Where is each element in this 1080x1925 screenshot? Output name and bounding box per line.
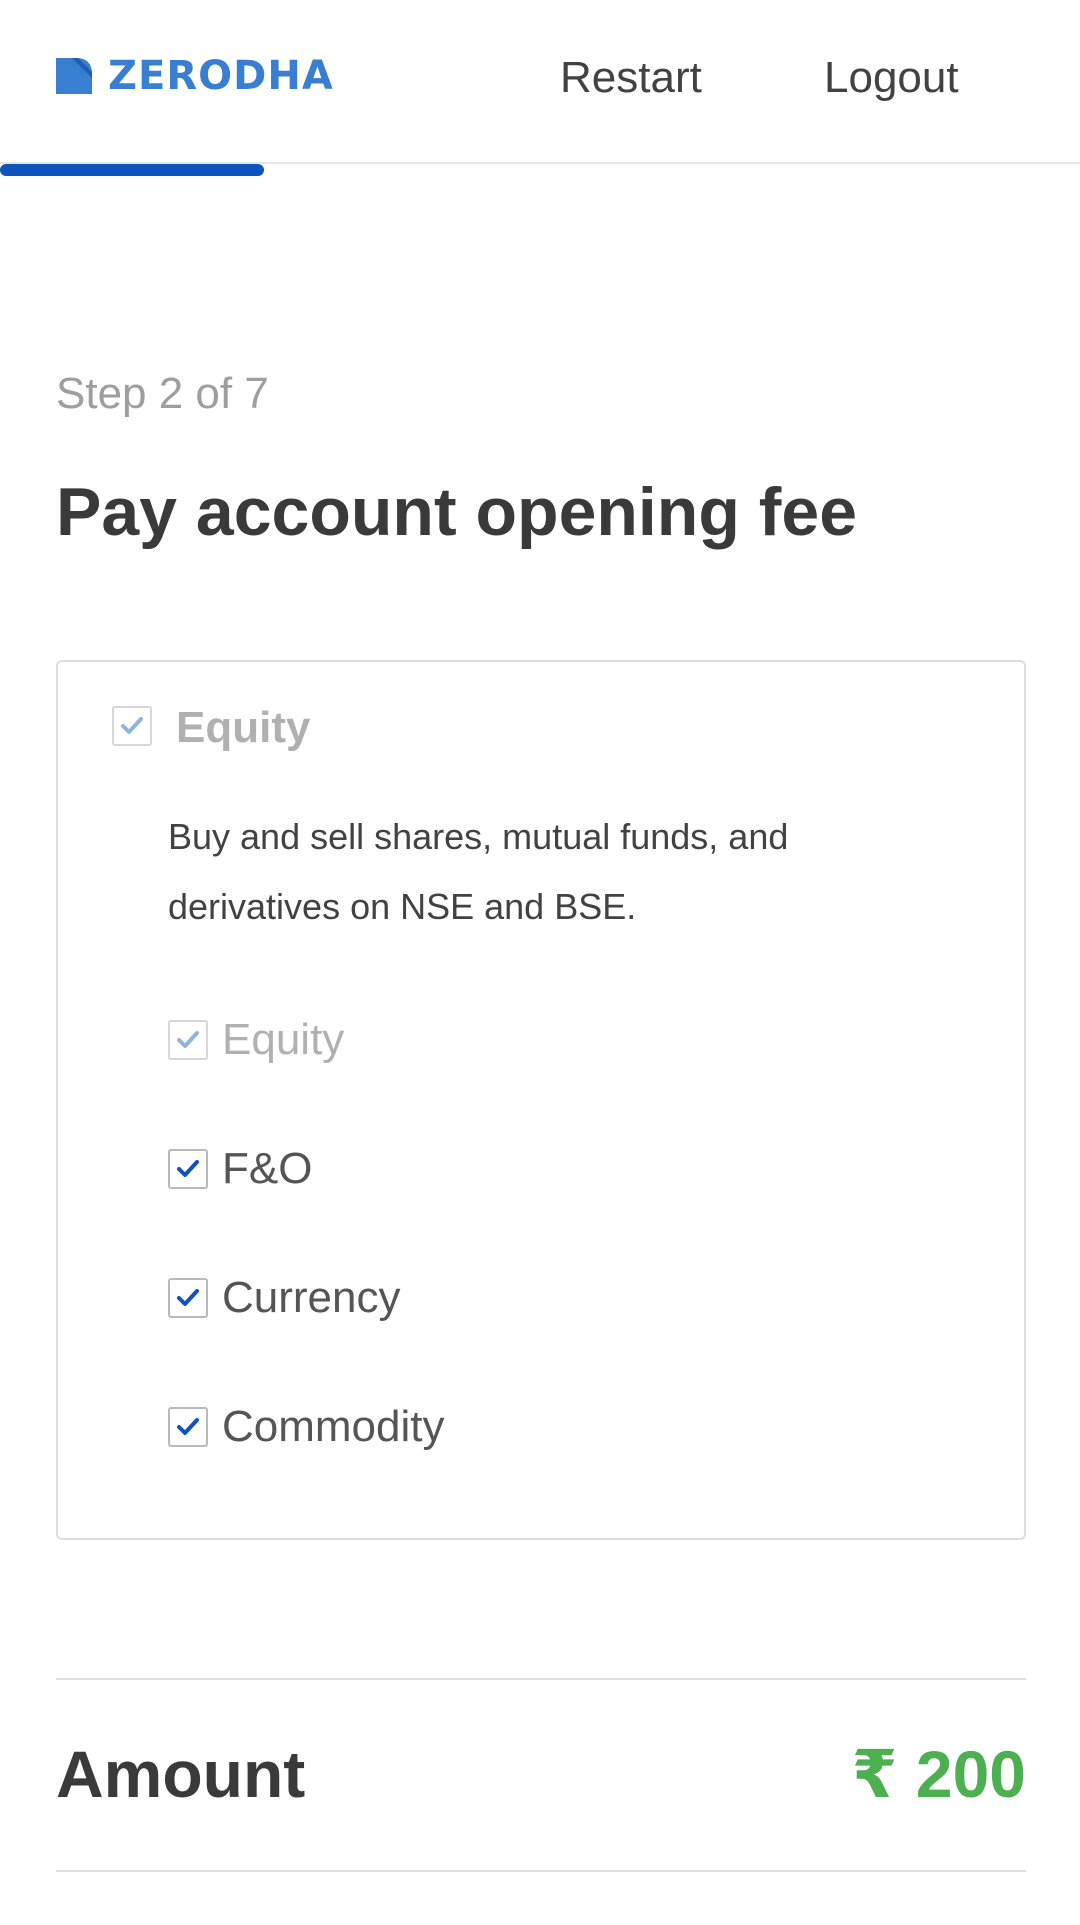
option-label: F&O	[222, 1144, 313, 1193]
option-label: Equity	[222, 1015, 345, 1064]
amount-label: Amount	[56, 1737, 306, 1811]
option-commodity[interactable]: Commodity	[168, 1399, 445, 1455]
segment-equity-checkbox[interactable]	[112, 706, 152, 746]
zerodha-logo-icon	[56, 58, 92, 94]
step-indicator: Step 2 of 7	[56, 369, 269, 418]
checkmark-icon	[177, 1289, 199, 1306]
checkmark-icon	[177, 1160, 199, 1177]
currency-checkbox[interactable]	[168, 1278, 208, 1318]
restart-link[interactable]: Restart	[560, 50, 702, 106]
segment-title: Equity	[176, 703, 311, 752]
progress-fill	[0, 164, 264, 176]
fno-checkbox[interactable]	[168, 1149, 208, 1189]
segment-card-equity: Equity Buy and sell shares, mutual funds…	[56, 660, 1026, 1540]
brand-name: ZERODHA	[108, 53, 334, 99]
amount-value: ₹ 200	[851, 1737, 1026, 1811]
checkmark-icon	[177, 1418, 199, 1435]
option-label: Commodity	[222, 1402, 445, 1451]
option-label: Currency	[222, 1273, 401, 1322]
divider	[56, 1870, 1026, 1872]
option-fno[interactable]: F&O	[168, 1141, 312, 1197]
brand-logo[interactable]: ZERODHA	[56, 56, 334, 96]
checkmark-icon	[177, 1031, 199, 1048]
commodity-checkbox[interactable]	[168, 1407, 208, 1447]
checkmark-icon	[121, 717, 143, 734]
option-currency[interactable]: Currency	[168, 1270, 401, 1326]
option-equity[interactable]: Equity	[168, 1012, 344, 1068]
page-title: Pay account opening fee	[56, 474, 858, 550]
signup-progress-bar	[0, 164, 1080, 176]
top-header: ZERODHA Restart Logout	[0, 0, 1080, 164]
logout-link[interactable]: Logout	[824, 50, 959, 106]
divider	[56, 1678, 1026, 1680]
equity-checkbox[interactable]	[168, 1020, 208, 1060]
segment-description: Buy and sell shares, mutual funds, and d…	[168, 816, 789, 927]
